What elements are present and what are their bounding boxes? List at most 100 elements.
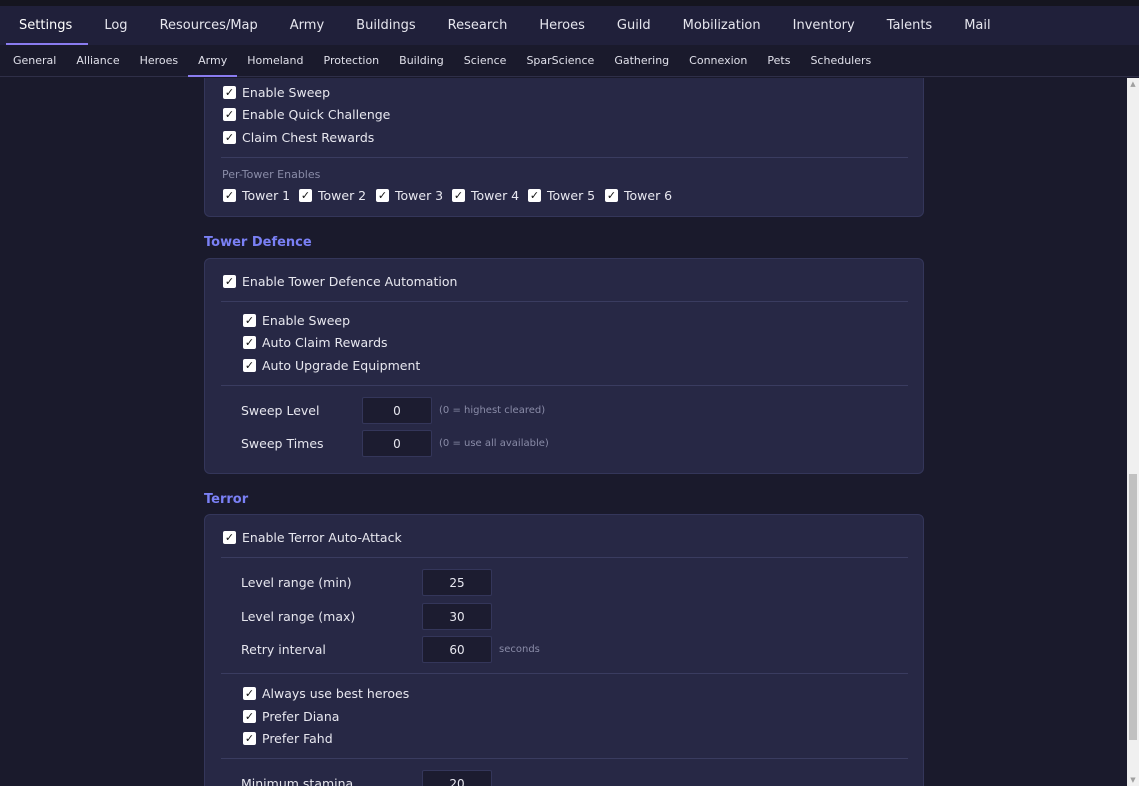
divider <box>221 157 908 158</box>
sweep-times-input[interactable] <box>362 430 432 457</box>
enable-quick-challenge-checkbox[interactable]: ✓ Enable Quick Challenge <box>223 107 390 122</box>
subtab-pets[interactable]: Pets <box>757 45 800 76</box>
sub-nav: General Alliance Heroes Army Homeland Pr… <box>0 45 1139 77</box>
tab-mobilization[interactable]: Mobilization <box>667 6 777 45</box>
tab-guild[interactable]: Guild <box>601 6 667 45</box>
level-max-label: Level range (max) <box>241 609 356 624</box>
tower-3-checkbox[interactable]: ✓ Tower 3 <box>376 188 443 203</box>
tab-settings[interactable]: Settings <box>3 6 89 45</box>
tab-army[interactable]: Army <box>274 6 340 45</box>
checkbox-icon: ✓ <box>243 336 256 349</box>
sweep-level-hint: (0 = highest cleared) <box>439 405 546 416</box>
subtab-connexion[interactable]: Connexion <box>679 45 757 76</box>
sweep-level-label: Sweep Level <box>241 403 320 418</box>
retry-interval-label: Retry interval <box>241 642 326 657</box>
tower-2-checkbox[interactable]: ✓ Tower 2 <box>299 188 366 203</box>
sweep-level-input[interactable] <box>362 397 432 424</box>
divider <box>221 557 908 558</box>
tab-buildings[interactable]: Buildings <box>340 6 432 45</box>
checkbox-icon: ✓ <box>605 189 618 202</box>
checkbox-label: Enable Quick Challenge <box>242 107 391 122</box>
checkbox-icon: ✓ <box>452 189 465 202</box>
tab-mail[interactable]: Mail <box>948 6 1006 45</box>
divider <box>221 673 908 674</box>
tab-inventory[interactable]: Inventory <box>777 6 871 45</box>
checkbox-label: Tower 3 <box>395 188 444 203</box>
always-best-heroes-checkbox[interactable]: ✓ Always use best heroes <box>243 686 409 701</box>
checkbox-label: Enable Sweep <box>262 313 351 328</box>
divider <box>221 385 908 386</box>
level-max-input[interactable] <box>422 603 492 630</box>
divider <box>221 758 908 759</box>
checkbox-label: Enable Terror Auto-Attack <box>242 530 402 545</box>
retry-interval-unit: seconds <box>499 644 540 655</box>
checkbox-icon: ✓ <box>223 86 236 99</box>
subtab-alliance[interactable]: Alliance <box>66 45 129 76</box>
subtab-sparscience[interactable]: SparScience <box>516 45 604 76</box>
settings-content: ✓ Enable Sweep ✓ Enable Quick Challenge … <box>0 78 1127 786</box>
subtab-science[interactable]: Science <box>454 45 517 76</box>
per-tower-label: Per-Tower Enables <box>222 168 321 181</box>
checkbox-icon: ✓ <box>528 189 541 202</box>
checkbox-label: Auto Upgrade Equipment <box>262 358 421 373</box>
divider <box>221 301 908 302</box>
checkbox-icon: ✓ <box>223 131 236 144</box>
tab-heroes[interactable]: Heroes <box>523 6 601 45</box>
checkbox-icon: ✓ <box>299 189 312 202</box>
subtab-heroes[interactable]: Heroes <box>130 45 189 76</box>
subtab-homeland[interactable]: Homeland <box>237 45 313 76</box>
scrollbar[interactable]: ▲ ▼ <box>1127 78 1139 786</box>
checkbox-label: Tower 1 <box>242 188 291 203</box>
prefer-diana-checkbox[interactable]: ✓ Prefer Diana <box>243 709 339 724</box>
checkbox-icon: ✓ <box>243 732 256 745</box>
level-min-label: Level range (min) <box>241 575 352 590</box>
claim-chest-rewards-checkbox[interactable]: ✓ Claim Chest Rewards <box>223 130 374 145</box>
tab-talents[interactable]: Talents <box>871 6 948 45</box>
enable-sweep-checkbox[interactable]: ✓ Enable Sweep <box>223 85 330 100</box>
prefer-fahd-checkbox[interactable]: ✓ Prefer Fahd <box>243 731 333 746</box>
td-auto-claim-rewards-checkbox[interactable]: ✓ Auto Claim Rewards <box>243 335 388 350</box>
tower-5-checkbox[interactable]: ✓ Tower 5 <box>528 188 595 203</box>
td-enable-sweep-checkbox[interactable]: ✓ Enable Sweep <box>243 313 350 328</box>
tab-log[interactable]: Log <box>88 6 143 45</box>
subtab-schedulers[interactable]: Schedulers <box>800 45 881 76</box>
checkbox-icon: ✓ <box>223 531 236 544</box>
level-min-input[interactable] <box>422 569 492 596</box>
min-stamina-input[interactable] <box>422 770 492 786</box>
checkbox-label: Prefer Diana <box>262 709 340 724</box>
subtab-army[interactable]: Army <box>188 45 238 77</box>
scroll-up-icon[interactable]: ▲ <box>1127 78 1139 90</box>
checkbox-label: Tower 4 <box>471 188 520 203</box>
checkbox-label: Enable Tower Defence Automation <box>242 274 458 289</box>
checkbox-icon: ✓ <box>223 108 236 121</box>
scroll-thumb[interactable] <box>1129 474 1137 740</box>
checkbox-label: Enable Sweep <box>242 85 331 100</box>
tower-1-checkbox[interactable]: ✓ Tower 1 <box>223 188 290 203</box>
checkbox-label: Always use best heroes <box>262 686 410 701</box>
td-auto-upgrade-equipment-checkbox[interactable]: ✓ Auto Upgrade Equipment <box>243 358 420 373</box>
checkbox-label: Prefer Fahd <box>262 731 333 746</box>
tower-4-checkbox[interactable]: ✓ Tower 4 <box>452 188 519 203</box>
subtab-protection[interactable]: Protection <box>314 45 390 76</box>
checkbox-icon: ✓ <box>376 189 389 202</box>
tab-resources-map[interactable]: Resources/Map <box>144 6 274 45</box>
enable-tower-defence-checkbox[interactable]: ✓ Enable Tower Defence Automation <box>223 274 457 289</box>
checkbox-label: Tower 2 <box>318 188 367 203</box>
subtab-building[interactable]: Building <box>389 45 454 76</box>
tower-6-checkbox[interactable]: ✓ Tower 6 <box>605 188 672 203</box>
checkbox-icon: ✓ <box>243 359 256 372</box>
tab-research[interactable]: Research <box>432 6 524 45</box>
checkbox-icon: ✓ <box>223 275 236 288</box>
enable-terror-checkbox[interactable]: ✓ Enable Terror Auto-Attack <box>223 530 402 545</box>
checkbox-label: Tower 6 <box>624 188 673 203</box>
scroll-down-icon[interactable]: ▼ <box>1127 774 1139 786</box>
checkbox-icon: ✓ <box>243 710 256 723</box>
checkbox-icon: ✓ <box>223 189 236 202</box>
checkbox-icon: ✓ <box>243 687 256 700</box>
checkbox-label: Auto Claim Rewards <box>262 335 388 350</box>
tower-defence-title: Tower Defence <box>204 235 312 250</box>
checkbox-label: Claim Chest Rewards <box>242 130 375 145</box>
subtab-general[interactable]: General <box>3 45 66 76</box>
retry-interval-input[interactable] <box>422 636 492 663</box>
subtab-gathering[interactable]: Gathering <box>604 45 679 76</box>
